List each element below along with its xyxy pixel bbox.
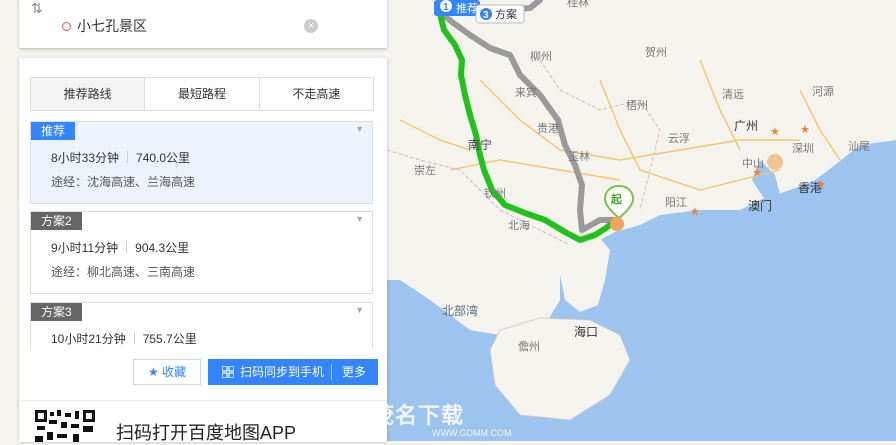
chevron-down-icon: ▼ — [355, 305, 364, 315]
route-duration: 9小时11分钟 — [51, 241, 119, 255]
city-label: 北海 — [508, 218, 530, 232]
highways — [399, 59, 841, 191]
svg-text:推荐: 推荐 — [456, 1, 478, 15]
qr-promo-text: 扫码打开百度地图APP — [116, 423, 297, 443]
city-label: 海口 — [574, 324, 598, 339]
city-label: 柳州 — [530, 49, 552, 63]
route-distance: 740.0公里 — [136, 151, 191, 165]
swap-icon[interactable]: ⇅ — [31, 0, 43, 17]
city-label: 深圳 — [792, 142, 814, 155]
city-label: 儋州 — [518, 340, 540, 353]
svg-text:1: 1 — [443, 2, 449, 13]
city-label: 梧州 — [626, 98, 648, 112]
route-marker-3[interactable]: 3 方案 — [475, 4, 525, 24]
city-label: 贵港 — [537, 122, 559, 135]
route-alt-line — [437, 9, 618, 233]
star-icon: ★ — [690, 206, 700, 218]
city-label: 玉林 — [568, 149, 590, 163]
svg-text:起: 起 — [610, 192, 623, 206]
destination-input[interactable]: 小七孔景区 — [77, 16, 147, 36]
tab-recommended[interactable]: 推荐路线 — [31, 78, 146, 110]
route-option-2[interactable]: 方案2 ▼ 9小时11分钟 904.3公里 途经：柳北高速、三南高速 — [30, 211, 373, 294]
star-icon: ★ — [800, 124, 810, 136]
destination-dot-icon — [62, 22, 71, 31]
tab-no-highway[interactable]: 不走高速 — [259, 78, 373, 110]
route-option-3[interactable]: 方案3 ▼ 10小时21分钟 755.7公里 — [30, 302, 373, 350]
route-tabs: 推荐路线 最短路程 不走高速 — [30, 77, 374, 111]
city-label: 阳江 — [665, 196, 687, 209]
route-via: 途经：沈海高速、兰海高速 — [51, 175, 196, 189]
city-label: 河源 — [812, 84, 834, 98]
sea-label: 北部湾 — [442, 303, 478, 318]
star-icon: ★ — [147, 365, 159, 379]
chevron-down-icon: ▼ — [355, 214, 364, 224]
route-panel: 推荐路线 最短路程 不走高速 推荐 ▼ 8小时33分钟 740.0公里 途经：沈海… — [19, 58, 387, 443]
route-summary: 9小时11分钟 904.3公里 — [51, 239, 189, 256]
route-tag: 推荐 — [31, 122, 76, 140]
route-duration: 8小时33分钟 — [51, 151, 120, 165]
sync-label: 扫码同步到手机 — [240, 365, 325, 379]
city-label: 来宾 — [515, 85, 537, 99]
svg-text:3: 3 — [483, 10, 489, 21]
route-main-line — [437, 11, 617, 243]
city-label: 澳门 — [748, 198, 772, 213]
chevron-down-icon: ▼ — [355, 124, 364, 134]
favorite-button[interactable]: ★ 收藏 — [133, 359, 201, 385]
star-icon: ★ — [752, 167, 762, 179]
route-duration: 10小时21分钟 — [51, 332, 126, 346]
tab-shortest[interactable]: 最短路程 — [145, 78, 260, 110]
city-label: 桂林 — [567, 0, 589, 9]
city-label: 贺州 — [645, 46, 667, 59]
route-summary: 8小时33分钟 740.0公里 — [51, 149, 190, 166]
route-option-1[interactable]: 推荐 ▼ 8小时33分钟 740.0公里 途经：沈海高速、兰海高速 — [30, 121, 373, 204]
city-label: 钦州 — [484, 187, 506, 200]
route-marker-1[interactable]: 1 推荐 — [434, 0, 480, 16]
qr-promo: 扫码打开百度地图APP — [19, 400, 387, 443]
action-bar: ★ 收藏 扫码同步到手机 更多 — [19, 348, 387, 400]
qr-code-icon — [35, 410, 95, 442]
more-button[interactable]: 更多 — [342, 359, 366, 385]
favorite-label: 收藏 — [162, 365, 187, 379]
star-icon: ★ — [770, 126, 780, 138]
route-tag: 方案3 — [31, 303, 82, 321]
search-box: ⇅ 小七孔景区 × — [19, 0, 387, 48]
route-distance: 755.7公里 — [142, 332, 197, 346]
route-distance: 904.3公里 — [135, 241, 190, 255]
clear-icon[interactable]: × — [304, 19, 318, 33]
grid-icon — [222, 366, 234, 378]
city-label: 云浮 — [668, 132, 690, 145]
star-icon: ★ — [816, 179, 826, 191]
city-label: 南宁 — [468, 137, 492, 152]
city-label: 广州 — [734, 119, 758, 133]
hotspot-marker — [767, 154, 783, 170]
sync-to-phone-button[interactable]: 扫码同步到手机 更多 — [208, 359, 378, 385]
watermark: 茂名下载 WWW.GDMM.COM — [372, 403, 512, 438]
city-label: 汕尾 — [848, 140, 870, 153]
route-tag: 方案2 — [31, 212, 82, 230]
city-label: 清远 — [722, 88, 744, 101]
route-summary: 10小时21分钟 755.7公里 — [51, 330, 197, 347]
city-label: 崇左 — [414, 164, 436, 177]
svg-text:方案: 方案 — [495, 7, 517, 21]
route-via: 途经：柳北高速、三南高速 — [51, 265, 196, 279]
